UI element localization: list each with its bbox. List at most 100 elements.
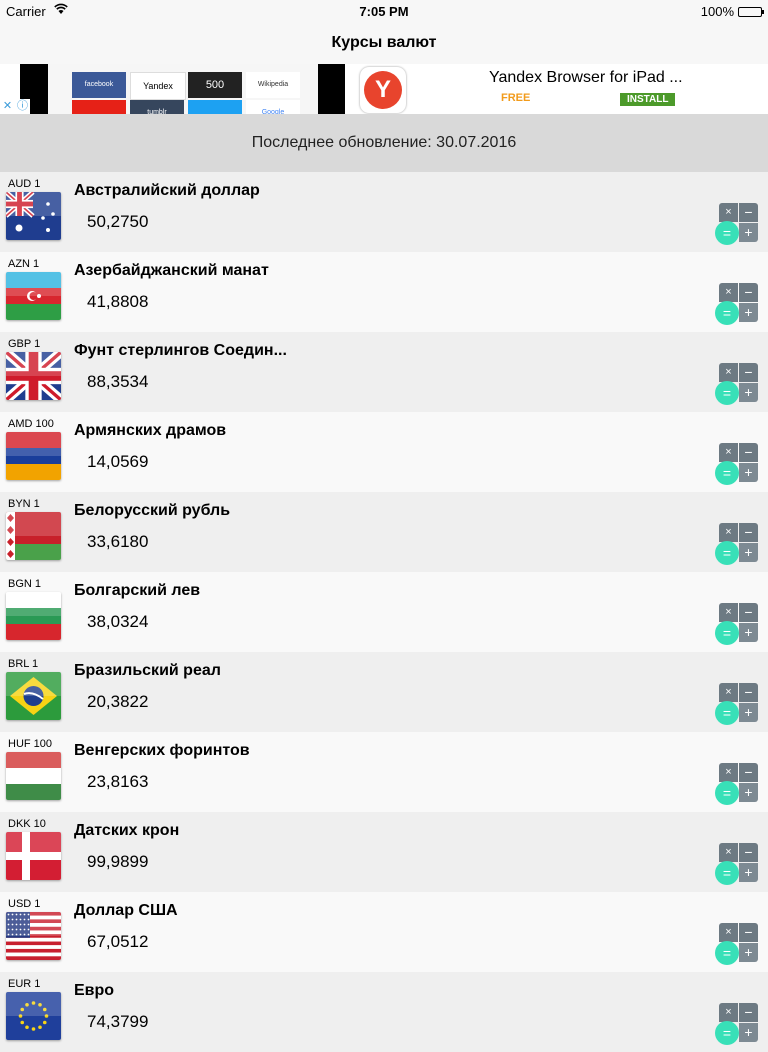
calculator-button[interactable]: × − + = bbox=[715, 283, 759, 325]
equals-icon: = bbox=[715, 1021, 739, 1045]
currency-row[interactable]: BRL 1 Бразильский реал 20,3822 × − + = bbox=[0, 652, 768, 732]
calculator-button[interactable]: × − + = bbox=[715, 1003, 759, 1045]
currency-code: EUR 1 bbox=[8, 978, 41, 990]
minus-icon: − bbox=[739, 603, 758, 622]
currency-code: USD 1 bbox=[8, 898, 41, 910]
currency-rate: 38,0324 bbox=[87, 612, 149, 631]
currency-name: Доллар США bbox=[74, 902, 178, 919]
currency-name: Бразильский реал bbox=[74, 662, 221, 679]
currency-code: BGN 1 bbox=[8, 578, 42, 590]
ad-close-icon[interactable]: ✕ bbox=[0, 99, 15, 114]
minus-icon: − bbox=[739, 363, 758, 382]
equals-icon: = bbox=[715, 381, 739, 405]
plus-icon: + bbox=[739, 223, 758, 242]
currency-name: Азербайджанский манат bbox=[74, 262, 269, 279]
equals-icon: = bbox=[715, 701, 739, 725]
currency-rate: 50,2750 bbox=[87, 212, 149, 231]
currency-row[interactable]: AUD 1 Австралийский доллар 50,2750 × − +… bbox=[0, 172, 768, 252]
minus-icon: − bbox=[739, 523, 758, 542]
flag-icon bbox=[6, 352, 61, 400]
flag-icon bbox=[6, 512, 61, 560]
plus-icon: + bbox=[739, 703, 758, 722]
currency-rate: 67,0512 bbox=[87, 932, 149, 951]
plus-icon: + bbox=[739, 303, 758, 322]
plus-icon: + bbox=[739, 863, 758, 882]
equals-icon: = bbox=[715, 221, 739, 245]
equals-icon: = bbox=[715, 781, 739, 805]
ad-tile-youtube bbox=[72, 100, 126, 114]
equals-icon: = bbox=[715, 301, 739, 325]
status-time: 7:05 PM bbox=[359, 4, 409, 19]
ad-screenshot: facebook Yandex 500 Wikipedia tumblr Goo… bbox=[20, 64, 345, 114]
currency-row[interactable]: BGN 1 Болгарский лев 38,0324 × − + = bbox=[0, 572, 768, 652]
calculator-button[interactable]: × − + = bbox=[715, 683, 759, 725]
last-update-text: Последнее обновление: 30.07.2016 bbox=[251, 134, 517, 151]
currency-code: DKK 10 bbox=[8, 818, 46, 830]
currency-name: Австралийский доллар bbox=[74, 182, 260, 199]
currency-row[interactable]: BYN 1 Белорусский рубль 33,6180 × − + = bbox=[0, 492, 768, 572]
multiply-icon: × bbox=[719, 443, 738, 462]
equals-icon: = bbox=[715, 861, 739, 885]
currency-row[interactable]: AZN 1 Азербайджанский манат 41,8808 × − … bbox=[0, 252, 768, 332]
calculator-button[interactable]: × − + = bbox=[715, 523, 759, 565]
currency-code: AMD 100 bbox=[8, 418, 54, 430]
currency-code: HUF 100 bbox=[8, 738, 53, 750]
currency-list: AUD 1 Австралийский доллар 50,2750 × − +… bbox=[0, 172, 768, 1052]
minus-icon: − bbox=[739, 763, 758, 782]
equals-icon: = bbox=[715, 541, 739, 565]
plus-icon: + bbox=[739, 943, 758, 962]
calculator-button[interactable]: × − + = bbox=[715, 443, 759, 485]
minus-icon: − bbox=[739, 203, 758, 222]
battery-icon bbox=[738, 6, 764, 17]
flag-icon bbox=[6, 832, 61, 880]
nav-bar: Курсы валют bbox=[0, 22, 768, 64]
currency-row[interactable]: EUR 1 Евро 74,3799 × − + = bbox=[0, 972, 768, 1052]
plus-icon: + bbox=[739, 383, 758, 402]
currency-name: Белорусский рубль bbox=[74, 502, 231, 519]
currency-name: Евро bbox=[74, 982, 115, 999]
multiply-icon: × bbox=[719, 523, 738, 542]
multiply-icon: × bbox=[719, 203, 738, 222]
ad-install-button[interactable]: INSTALL bbox=[620, 93, 676, 106]
minus-icon: − bbox=[739, 923, 758, 942]
calculator-button[interactable]: × − + = bbox=[715, 603, 759, 645]
currency-row[interactable]: GBP 1 Фунт стерлингов Соедин... 88,3534 … bbox=[0, 332, 768, 412]
calculator-button[interactable]: × − + = bbox=[715, 363, 759, 405]
currency-name: Армянских драмов bbox=[74, 422, 227, 439]
status-bar: Carrier 7:05 PM 100% bbox=[0, 0, 768, 22]
currency-code: BRL 1 bbox=[8, 658, 39, 670]
currency-name: Датских крон bbox=[74, 822, 180, 839]
ad-tile-500px: 500 bbox=[188, 72, 242, 98]
calculator-button[interactable]: × − + = bbox=[715, 923, 759, 965]
calculator-button[interactable]: × − + = bbox=[715, 203, 759, 245]
minus-icon: − bbox=[739, 843, 758, 862]
calculator-button[interactable]: × − + = bbox=[715, 843, 759, 885]
flag-icon bbox=[6, 592, 61, 640]
flag-icon bbox=[6, 672, 61, 720]
plus-icon: + bbox=[739, 463, 758, 482]
currency-rate: 41,8808 bbox=[87, 292, 149, 311]
multiply-icon: × bbox=[719, 603, 738, 622]
calculator-button[interactable]: × − + = bbox=[715, 763, 759, 805]
flag-icon bbox=[6, 992, 61, 1040]
ad-title: Yandex Browser for iPad ... bbox=[489, 69, 683, 86]
minus-icon: − bbox=[739, 1003, 758, 1022]
currency-row[interactable]: USD 1 Доллар США 67,0512 × − + = bbox=[0, 892, 768, 972]
currency-row[interactable]: HUF 100 Венгерских форинтов 23,8163 × − … bbox=[0, 732, 768, 812]
multiply-icon: × bbox=[719, 1003, 738, 1022]
currency-name: Фунт стерлингов Соедин... bbox=[74, 342, 287, 359]
ad-tile-wikipedia: Wikipedia bbox=[246, 72, 300, 98]
currency-rate: 23,8163 bbox=[87, 772, 149, 791]
equals-icon: = bbox=[715, 621, 739, 645]
ad-banner[interactable]: facebook Yandex 500 Wikipedia tumblr Goo… bbox=[0, 64, 768, 114]
multiply-icon: × bbox=[719, 683, 738, 702]
battery-percent: 100% bbox=[700, 4, 734, 19]
yandex-browser-logo: Y bbox=[360, 67, 406, 113]
multiply-icon: × bbox=[719, 763, 738, 782]
plus-icon: + bbox=[739, 1023, 758, 1042]
equals-icon: = bbox=[715, 941, 739, 965]
ad-tile-facebook: facebook bbox=[72, 72, 126, 98]
currency-row[interactable]: AMD 100 Армянских драмов 14,0569 × − + = bbox=[0, 412, 768, 492]
currency-row[interactable]: DKK 10 Датских крон 99,9899 × − + = bbox=[0, 812, 768, 892]
ad-info-icon[interactable]: ⓘ bbox=[15, 99, 30, 114]
